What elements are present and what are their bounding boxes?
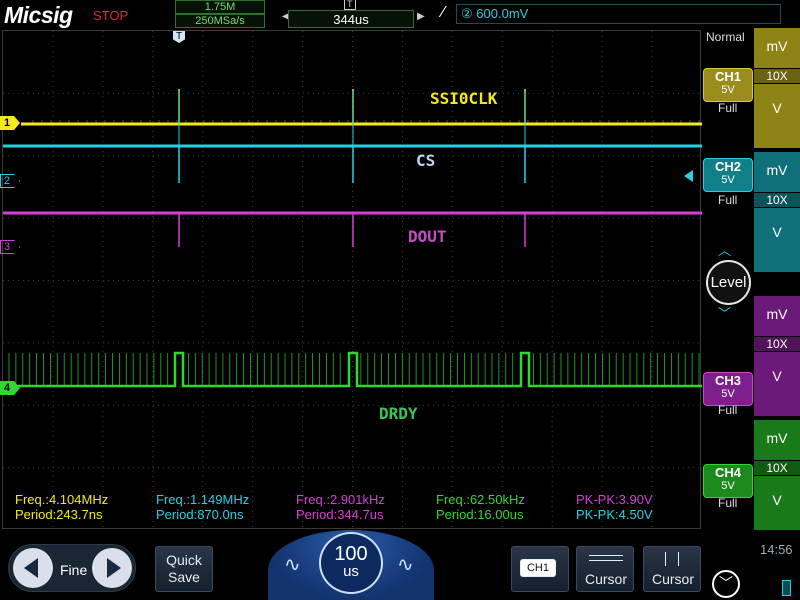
trigger-level-display[interactable]: ② 600.0mV — [456, 4, 781, 24]
ch1-period: Period:243.7ns — [15, 507, 103, 522]
ch4-bandwidth: Full — [718, 496, 738, 510]
ch2-scale-panel[interactable]: mV 10X V — [754, 152, 800, 272]
menu-expand-icon[interactable]: ﹀ — [712, 570, 740, 598]
ch2-button-label: CH2 — [714, 159, 741, 174]
trigger-position-icon: T — [344, 0, 356, 10]
ch1-probe[interactable]: 10X — [754, 68, 800, 84]
fine-label[interactable]: Fine — [60, 562, 87, 578]
ch1-scale: 5V — [721, 84, 735, 96]
level-down-icon[interactable]: ﹀ — [718, 303, 731, 322]
channel-select-button[interactable]: CH1 — [511, 546, 569, 592]
ch1-unit-fine: mV — [766, 38, 788, 54]
ch2-button[interactable]: CH2 5V — [703, 158, 753, 192]
waveform-display[interactable]: T SSI0CLK CS DOUT DRDY Freq.:4.104MHz Pe… — [2, 30, 702, 530]
ch2-trace-label: CS — [416, 151, 436, 170]
ch4-unit-coarse: V — [772, 492, 782, 508]
ch2-pkpk: PK-PK:4.50V — [576, 507, 653, 522]
ch3-scale-panel[interactable]: mV 10X V — [754, 296, 800, 416]
bottom-bar: Fine Quick Save ∿ ∿ 100 us CH1 Cursor Cu… — [0, 530, 800, 600]
vertical-cursor-label: Cursor — [651, 571, 694, 587]
trigger-level-arrow-icon[interactable] — [684, 170, 693, 182]
timebase-knob[interactable]: 100 us — [319, 532, 383, 594]
ch2-unit-fine: mV — [766, 162, 788, 178]
top-bar: Micsig STOP 1.75M 250MSa/s ◀ T 344us ▶ ∕… — [0, 0, 800, 30]
vertical-cursor-icon — [665, 552, 679, 566]
ch1-unit-coarse: V — [772, 100, 782, 116]
ch4-period: Period:16.00us — [436, 507, 524, 522]
horizontal-cursor-icon — [589, 555, 623, 561]
ch2-bandwidth: Full — [718, 193, 738, 207]
horizontal-cursor-label: Cursor — [584, 571, 627, 587]
level-up-icon[interactable]: ︿ — [718, 240, 731, 259]
right-arrow-icon — [107, 558, 121, 578]
ch3-pkpk: PK-PK:3.90V — [576, 492, 653, 507]
ch2-period: Period:870.0ns — [156, 507, 244, 522]
ch2-measurement[interactable]: Freq.:1.149MHz Period:870.0ns — [156, 492, 249, 522]
waveform-svg — [3, 31, 702, 530]
rising-edge-icon[interactable]: ∕ — [442, 4, 445, 22]
trigger-level-value: 600.0mV — [476, 6, 529, 21]
ch4-measurement[interactable]: Freq.:62.50kHz Period:16.00us — [436, 492, 525, 522]
quick-save-button[interactable]: Quick Save — [155, 546, 213, 592]
clock: 14:56 — [760, 542, 793, 557]
ch3-button[interactable]: CH3 5V — [703, 372, 753, 406]
battery-icon — [782, 580, 791, 596]
vertical-cursor-button[interactable]: Cursor — [643, 546, 701, 592]
ch3-button-label: CH3 — [714, 373, 741, 388]
ch1-trace-label: SSI0CLK — [430, 89, 498, 108]
ch2-unit-coarse: V — [772, 224, 782, 240]
ch2-scale: 5V — [721, 174, 735, 186]
ch4-freq: Freq.:62.50kHz — [436, 492, 525, 507]
ch3-unit-fine: mV — [766, 306, 788, 322]
pkpk-measurement[interactable]: PK-PK:3.90V PK-PK:4.50V — [576, 492, 653, 522]
ch4-scale: 5V — [721, 480, 735, 492]
trigger-delay-control[interactable]: ◀ T 344us ▶ — [282, 0, 425, 30]
ch1-scale-panel[interactable]: mV 10X V — [754, 28, 800, 148]
ch3-probe[interactable]: 10X — [754, 336, 800, 352]
ch3-scale: 5V — [721, 388, 735, 400]
ch4-button-label: CH4 — [714, 465, 741, 480]
trigger-mode[interactable]: Normal — [706, 30, 745, 44]
ch1-freq: Freq.:4.104MHz — [15, 492, 109, 507]
level-knob[interactable]: Level — [706, 260, 751, 305]
brand-logo: Micsig — [4, 2, 73, 28]
ch2-freq: Freq.:1.149MHz — [156, 492, 250, 507]
timebase-unit: us — [343, 563, 359, 580]
ch4-unit-fine: mV — [766, 430, 788, 446]
ch4-trace-label: DRDY — [379, 404, 418, 423]
left-arrow-icon — [24, 558, 38, 578]
trigger-source-badge: ② — [461, 6, 473, 21]
sample-rate[interactable]: 250MSa/s — [175, 14, 265, 28]
right-arrow-button[interactable] — [92, 548, 132, 588]
ch2-probe[interactable]: 10X — [754, 192, 800, 208]
memory-depth[interactable]: 1.75M — [175, 0, 265, 14]
ch3-freq: Freq.:2.901kHz — [296, 492, 385, 507]
timebase-value: 100 — [334, 543, 368, 565]
ch1-bandwidth: Full — [718, 101, 738, 115]
ch1-measurement[interactable]: Freq.:4.104MHz Period:243.7ns — [15, 492, 108, 522]
ch1-button-label: CH1 — [714, 69, 741, 84]
ch3-unit-coarse: V — [772, 368, 782, 384]
ch4-probe[interactable]: 10X — [754, 460, 800, 476]
timebase-increase-icon[interactable]: ∿ — [397, 552, 414, 577]
delay-right-arrow-icon[interactable]: ▶ — [417, 11, 425, 22]
ch1-button[interactable]: CH1 5V — [703, 68, 753, 102]
run-state[interactable]: STOP — [93, 8, 128, 23]
trigger-delay-value[interactable]: 344us — [288, 10, 414, 28]
timebase-decrease-icon[interactable]: ∿ — [284, 552, 301, 577]
ch1-select-chip: CH1 — [520, 559, 556, 577]
ch3-period: Period:344.7us — [296, 507, 384, 522]
ch3-measurement[interactable]: Freq.:2.901kHz Period:344.7us — [296, 492, 385, 522]
left-arrow-button[interactable] — [13, 548, 53, 588]
ch4-scale-panel[interactable]: mV 10X V — [754, 420, 800, 540]
horizontal-cursor-button[interactable]: Cursor — [576, 546, 634, 592]
ch4-button[interactable]: CH4 5V — [703, 464, 753, 498]
ch3-bandwidth: Full — [718, 403, 738, 417]
ch3-trace-label: DOUT — [408, 227, 447, 246]
